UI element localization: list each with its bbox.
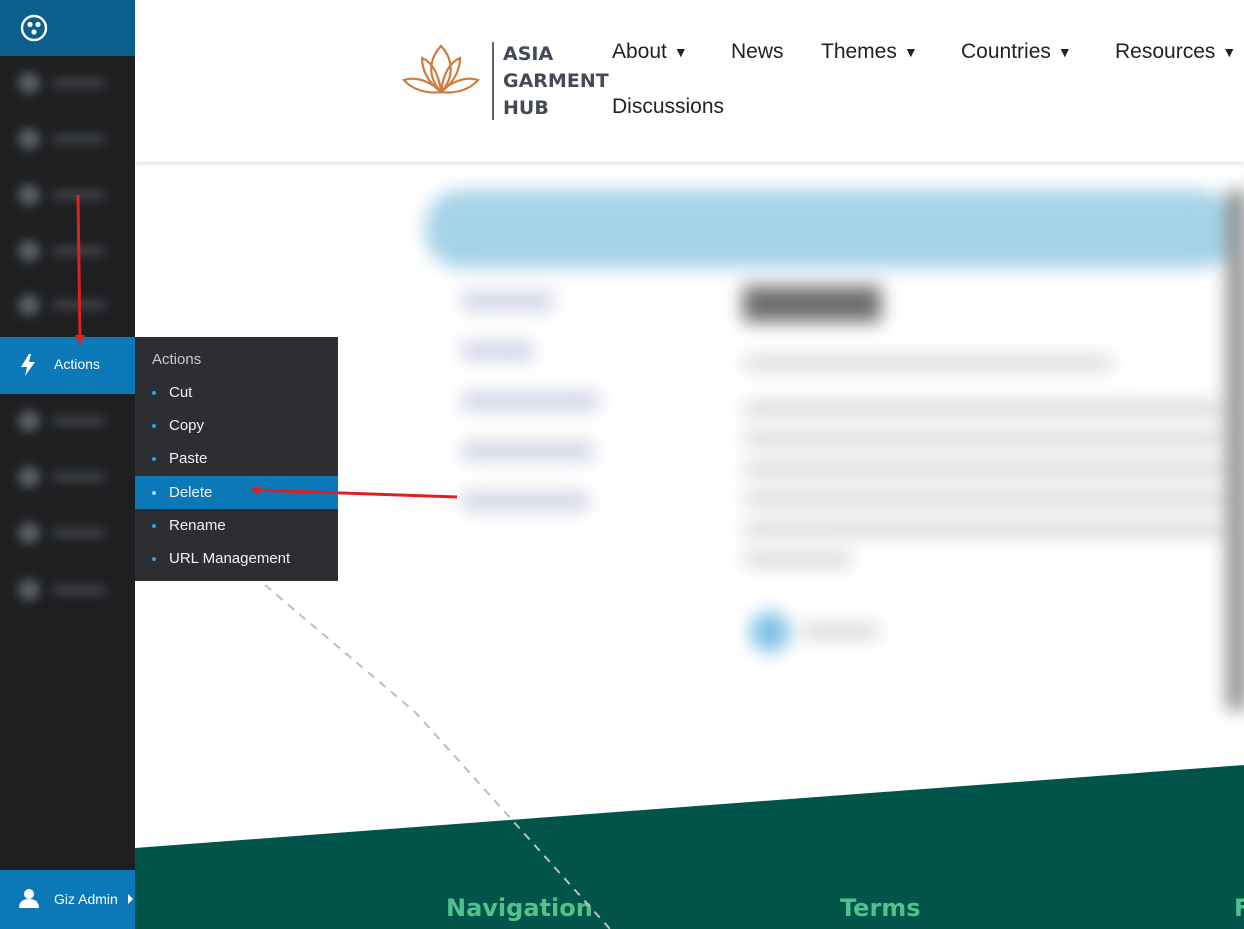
blurred-avatar — [750, 612, 790, 652]
nav-resources[interactable]: Resources ▼ — [1115, 40, 1236, 64]
bullet-icon — [152, 391, 156, 395]
nav-themes[interactable]: Themes ▼ — [821, 40, 918, 64]
sidebar-item-blurred[interactable] — [8, 178, 118, 212]
blurred-scroll-edge — [1227, 190, 1244, 710]
sidebar-item-blurred[interactable] — [8, 404, 118, 438]
user-name: Giz Admin — [54, 891, 118, 907]
nav-label: Resources — [1115, 40, 1216, 63]
blurred-text-line — [743, 522, 1223, 536]
sidebar-header[interactable] — [0, 0, 135, 56]
bullet-icon — [152, 424, 156, 428]
nav-discussions[interactable]: Discussions — [612, 95, 724, 119]
sidebar-item-actions[interactable]: Actions — [0, 337, 145, 394]
blurred-text-line — [743, 552, 853, 566]
sidebar-item-blurred[interactable] — [8, 234, 118, 268]
footer-heading-partial: F — [1234, 894, 1244, 922]
dropdown-arrow-icon: ▼ — [1057, 44, 1072, 60]
logo-divider — [492, 42, 494, 120]
footer-band — [135, 765, 1244, 929]
flyout-title: Actions — [152, 351, 202, 368]
community-icon[interactable] — [20, 14, 48, 42]
sidebar-item-blurred[interactable] — [8, 460, 118, 494]
dropdown-arrow-icon: ▼ — [903, 44, 918, 60]
menu-item-paste[interactable]: Paste — [135, 442, 338, 475]
menu-item-label: Delete — [169, 484, 213, 501]
footer-heading-terms: Terms — [840, 894, 921, 922]
nav-label: News — [731, 40, 784, 63]
sidebar-item-label: Actions — [54, 356, 100, 372]
menu-item-delete[interactable]: Delete — [135, 476, 338, 509]
user-icon — [19, 889, 39, 908]
nav-countries[interactable]: Countries ▼ — [961, 40, 1072, 64]
menu-item-label: Paste — [169, 450, 208, 467]
site-header: ASIA GARMENT HUB About ▼ News Themes ▼ Cou… — [135, 0, 1244, 162]
dropdown-arrow-icon: ▼ — [673, 44, 688, 60]
site-logo-text[interactable]: ASIA GARMENT HUB — [503, 41, 609, 122]
bullet-icon — [152, 524, 156, 528]
menu-item-url-management[interactable]: URL Management — [135, 542, 338, 575]
footer-heading-navigation: Navigation — [446, 894, 593, 922]
menu-item-rename[interactable]: Rename — [135, 509, 338, 542]
sidebar-item-blurred[interactable] — [8, 573, 118, 607]
actions-flyout-menu: Actions Cut Copy Paste Delete Rename URL… — [135, 337, 338, 581]
blurred-text-line — [743, 492, 1223, 506]
dropdown-arrow-icon: ▼ — [1222, 44, 1237, 60]
bullet-icon — [152, 557, 156, 561]
nav-news[interactable]: News — [731, 40, 784, 64]
sidebar-item-blurred[interactable] — [8, 516, 118, 550]
blurred-text-line — [800, 624, 880, 638]
nav-label: Countries — [961, 40, 1051, 63]
menu-item-label: Rename — [169, 517, 226, 534]
blurred-text-line — [743, 356, 1113, 370]
blurred-text-line — [743, 462, 1223, 476]
blurred-side-link — [460, 392, 600, 410]
blurred-side-link — [460, 442, 595, 460]
blurred-side-link — [460, 342, 535, 360]
blurred-side-link — [460, 492, 590, 510]
nav-label: Discussions — [612, 95, 725, 118]
sidebar-item-blurred[interactable] — [8, 288, 118, 322]
blurred-page-preview — [405, 180, 1244, 710]
blurred-text-line — [743, 402, 1223, 416]
admin-sidebar: Actions Giz Admin — [0, 0, 145, 929]
caret-right-icon — [128, 894, 133, 904]
lightning-icon — [21, 354, 35, 376]
nav-about[interactable]: About ▼ — [612, 40, 688, 64]
blurred-side-link — [460, 292, 555, 310]
menu-item-label: Copy — [169, 417, 205, 434]
logo-line: ASIA — [503, 43, 554, 65]
bullet-icon — [152, 491, 156, 495]
menu-item-copy[interactable]: Copy — [135, 409, 338, 442]
sidebar-item-blurred[interactable] — [8, 122, 118, 156]
blurred-text-line — [743, 432, 1223, 446]
sidebar-item-blurred[interactable] — [8, 66, 118, 100]
nav-label: About — [612, 40, 667, 63]
menu-item-label: Cut — [169, 384, 193, 401]
menu-item-label: URL Management — [169, 550, 291, 567]
bullet-icon — [152, 457, 156, 461]
blurred-banner — [425, 190, 1235, 268]
logo-line: HUB — [503, 97, 549, 119]
blurred-heading — [743, 286, 881, 322]
sidebar-item-user[interactable]: Giz Admin — [0, 870, 135, 929]
lotus-logo-icon[interactable] — [400, 38, 482, 104]
logo-line: GARMENT — [503, 70, 609, 92]
menu-item-cut[interactable]: Cut — [135, 376, 338, 409]
nav-label: Themes — [821, 40, 897, 63]
